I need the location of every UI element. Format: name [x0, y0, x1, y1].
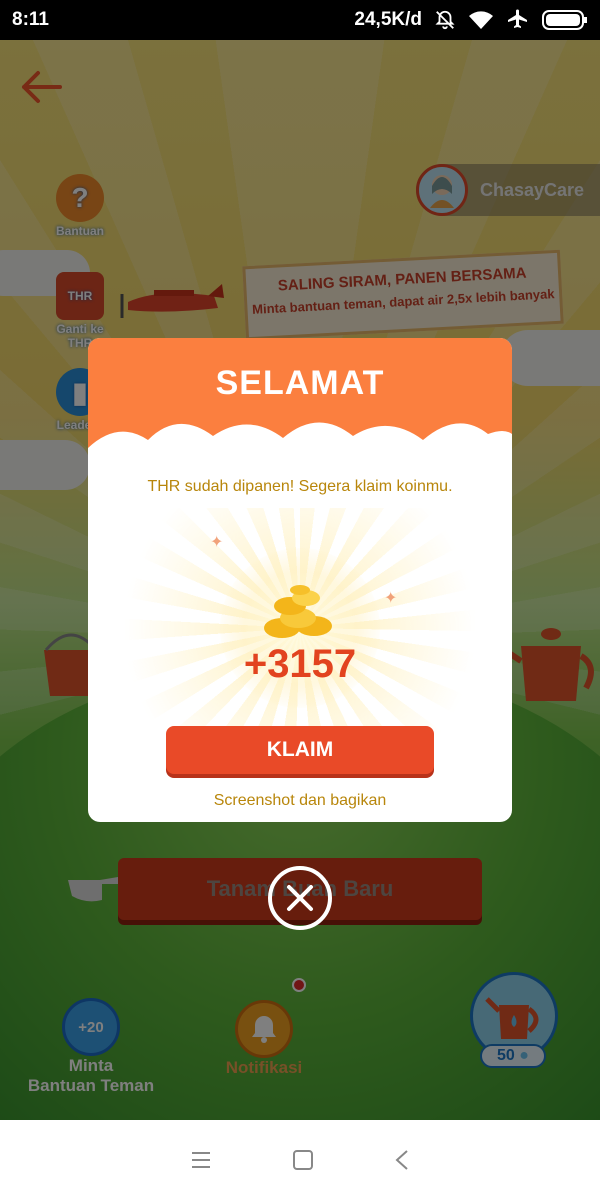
- gold-coins-icon: [264, 585, 332, 638]
- airplane-icon: [506, 8, 530, 32]
- modal-message: THR sudah dipanen! Segera klaim koinmu.: [147, 478, 453, 495]
- sparkle-icon: ✦: [210, 534, 224, 551]
- reward-amount: +3157: [243, 642, 357, 686]
- close-icon: [287, 885, 313, 911]
- sparkle-icon: ✦: [384, 590, 398, 607]
- reward-modal: SELAMAT THR sudah dipanen! Segera klaim …: [88, 338, 512, 822]
- screenshot-share-link[interactable]: Screenshot dan bagikan: [88, 792, 512, 810]
- back-icon[interactable]: [394, 1149, 410, 1171]
- status-bar: 8:11 24,5K/d: [0, 0, 600, 40]
- system-nav-bar: [0, 1120, 600, 1200]
- close-modal-button[interactable]: [268, 866, 332, 930]
- menu-icon[interactable]: [190, 1150, 212, 1170]
- network-speed: 24,5K/d: [354, 9, 422, 30]
- cloud-divider: [88, 422, 512, 470]
- bell-off-icon: [434, 9, 456, 31]
- claim-label: KLAIM: [266, 738, 334, 761]
- battery-icon: [542, 9, 588, 31]
- claim-button[interactable]: KLAIM: [166, 726, 434, 774]
- wifi-icon: [468, 10, 494, 30]
- modal-title: SELAMAT: [215, 364, 385, 402]
- home-icon[interactable]: [292, 1149, 314, 1171]
- status-time: 8:11: [12, 9, 49, 30]
